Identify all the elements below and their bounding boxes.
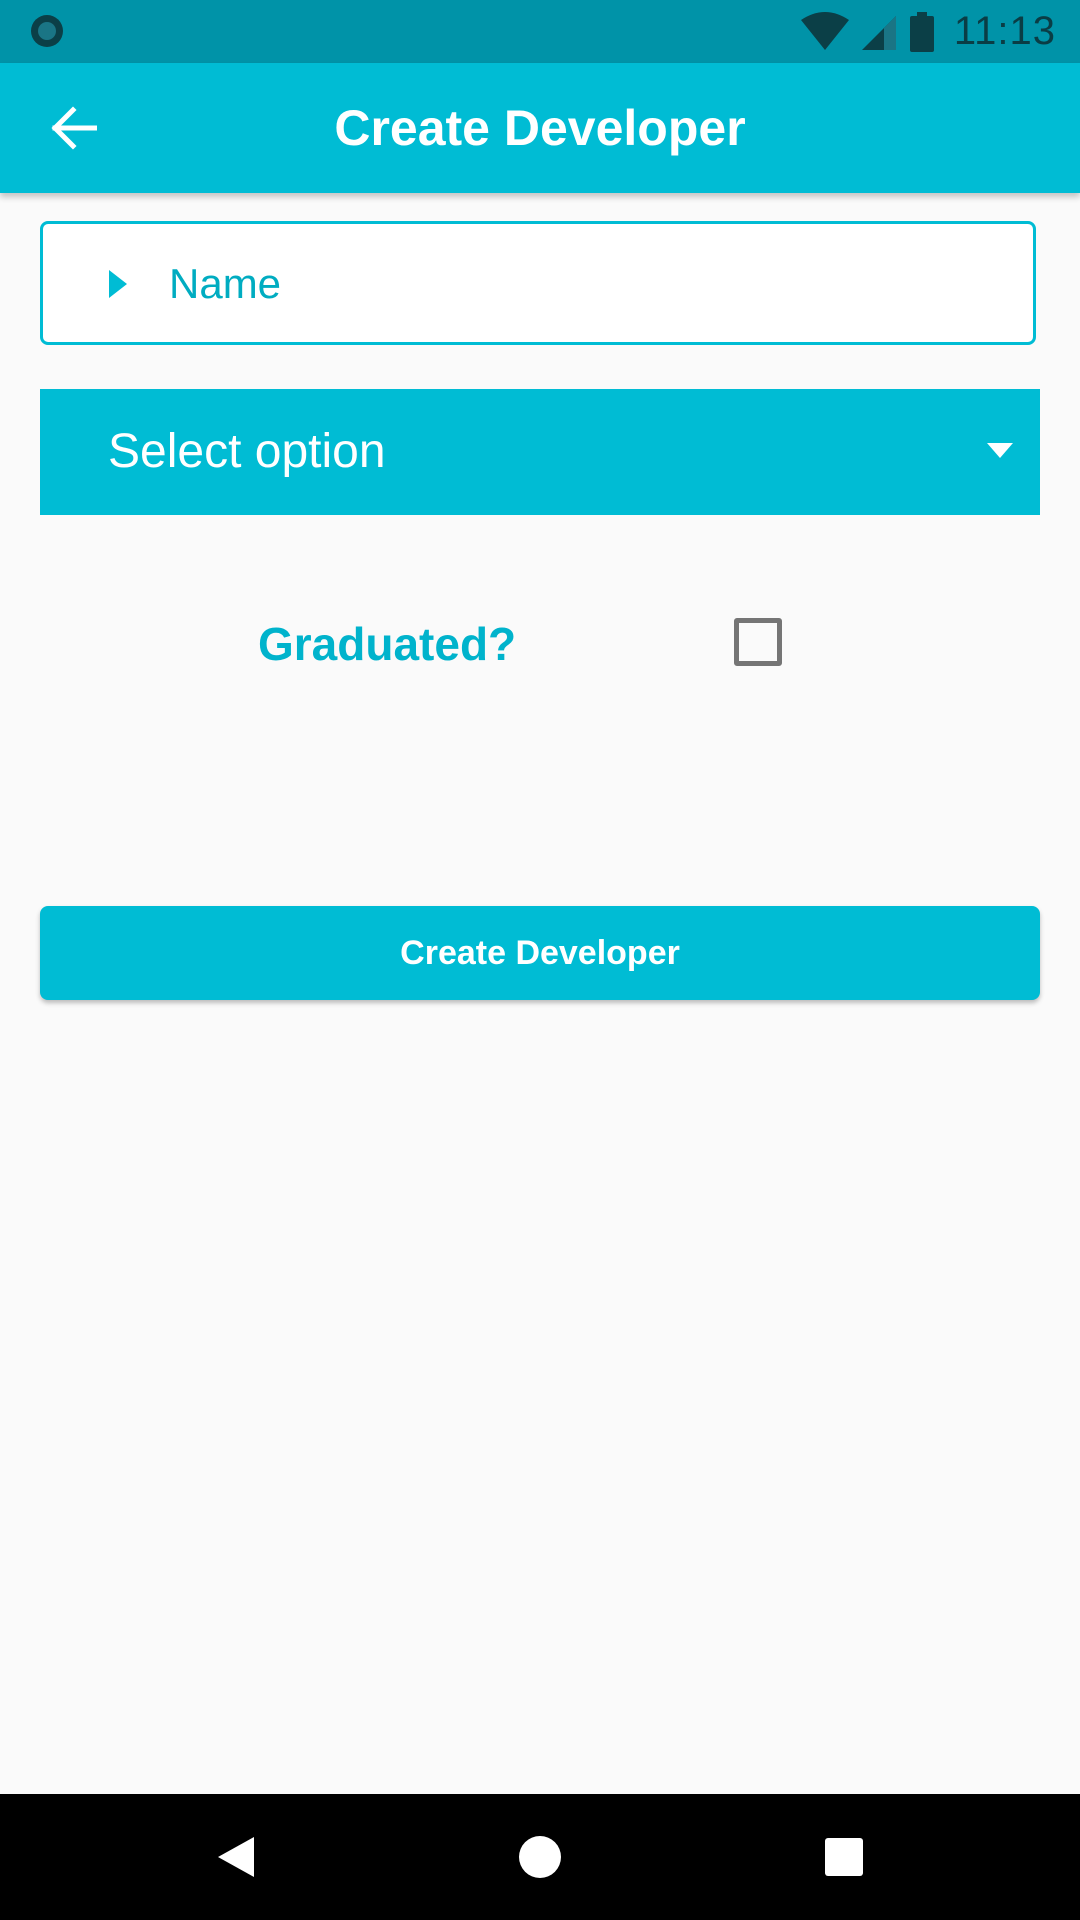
graduated-label: Graduated?	[258, 618, 517, 670]
nav-home-button[interactable]	[480, 1794, 600, 1920]
nav-recents-button[interactable]	[784, 1794, 904, 1920]
back-triangle-icon	[218, 1837, 254, 1877]
app-bar: Create Developer	[0, 63, 1080, 193]
page-title: Create Developer	[334, 100, 746, 156]
home-circle-icon	[519, 1836, 561, 1878]
status-icons: 11:13	[800, 0, 1056, 63]
wifi-icon	[800, 11, 849, 50]
screen: 11:13 Create Developer Select option Gra…	[0, 0, 1080, 1920]
name-field[interactable]	[40, 221, 1036, 345]
recents-square-icon	[825, 1838, 863, 1876]
caret-right-icon	[109, 270, 127, 298]
navigation-bar	[0, 1794, 1080, 1920]
select-selected-value: Select option	[108, 425, 386, 478]
graduated-checkbox[interactable]	[734, 618, 782, 666]
option-select[interactable]: Select option	[40, 389, 1040, 515]
nav-back-button[interactable]	[176, 1794, 296, 1920]
signal-icon	[861, 15, 896, 50]
battery-icon	[909, 11, 934, 52]
status-time: 11:13	[953, 9, 1056, 53]
status-bar: 11:13	[0, 0, 1080, 63]
name-input[interactable]	[167, 224, 1011, 344]
circle-notification-icon	[31, 15, 63, 47]
create-developer-button[interactable]: Create Developer	[40, 906, 1040, 1000]
caret-down-icon	[987, 443, 1013, 458]
